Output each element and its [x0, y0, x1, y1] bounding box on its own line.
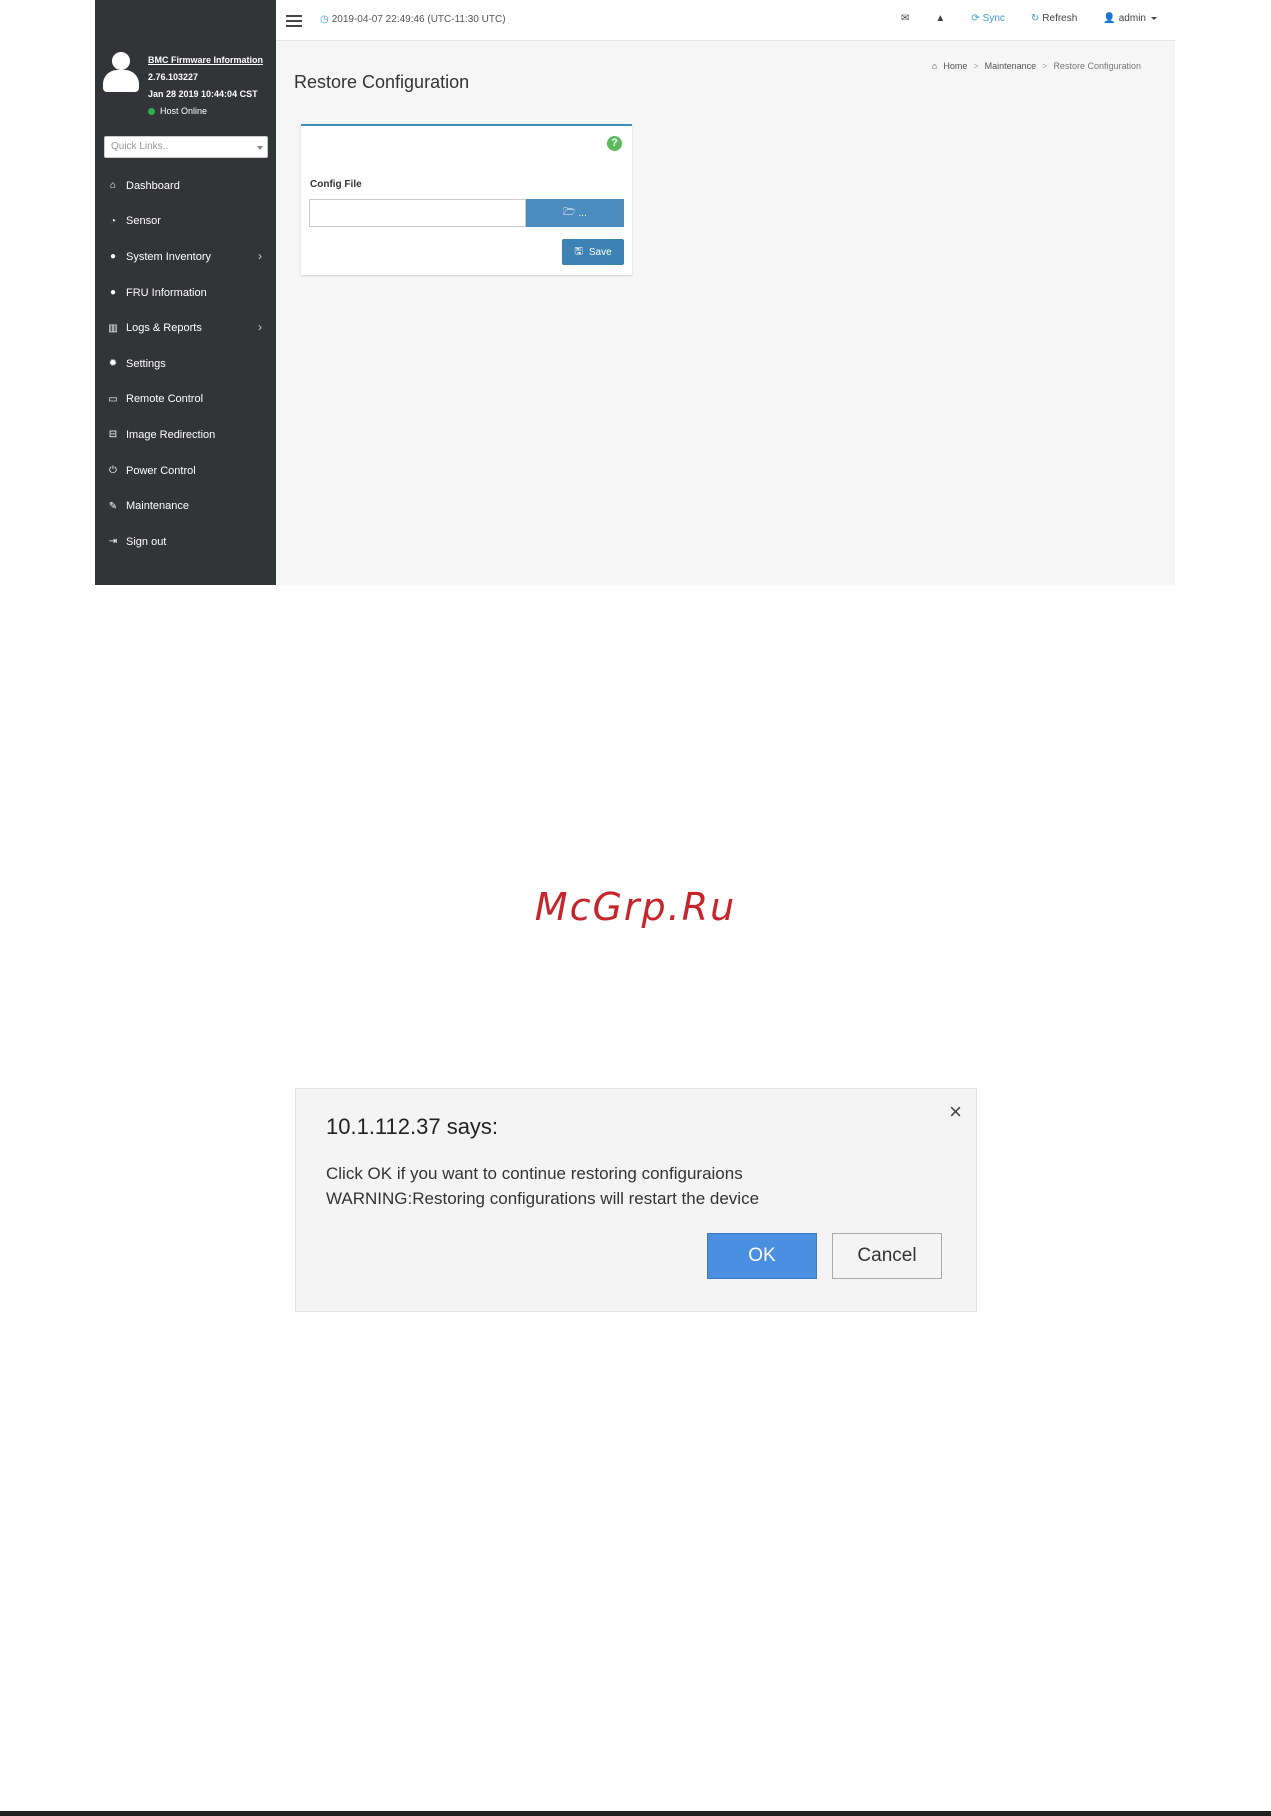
envelope-icon: ✉: [900, 13, 910, 24]
menu-toggle-icon[interactable]: [286, 15, 302, 27]
datetime-display: ◷ 2019-04-07 22:49:46 (UTC-11:30 UTC): [320, 14, 506, 25]
info-icon: ●: [109, 287, 117, 299]
page-title: Restore Configuration: [294, 72, 470, 92]
warning-icon: ▲: [935, 13, 946, 24]
bar-chart-icon: ▥: [108, 322, 118, 334]
dialog-message-line: Click OK if you want to continue restori…: [326, 1164, 743, 1183]
breadcrumb-separator: >: [1042, 61, 1048, 71]
breadcrumb-separator: >: [973, 61, 979, 71]
sidebar-item-dashboard[interactable]: ⌂ Dashboard: [95, 168, 276, 204]
refresh-icon: ↻: [1030, 13, 1040, 24]
info-icon: ●: [109, 251, 117, 263]
gear-icon: ✹: [108, 358, 118, 370]
config-file-input[interactable]: [309, 199, 526, 227]
clock-icon: ◷: [320, 14, 329, 25]
sidebar-item-label: Sign out: [126, 535, 167, 548]
folder-open-icon: 🗁: [563, 206, 576, 218]
refresh-label: Refresh: [1042, 13, 1078, 24]
refresh-button[interactable]: ↻ Refresh: [1031, 13, 1077, 24]
sidebar-item-fru-information[interactable]: ● FRU Information: [95, 275, 276, 311]
close-icon[interactable]: ×: [949, 1099, 962, 1125]
home-icon: ⌂: [109, 180, 117, 192]
help-icon[interactable]: ?: [607, 136, 622, 151]
dialog-warning-line: WARNING:Restoring configurations will re…: [326, 1189, 760, 1208]
bmc-web-ui: BMC Firmware Information 2.76.103227 Jan…: [95, 0, 1175, 585]
sidebar-item-label: Remote Control: [126, 393, 204, 406]
tachometer-icon: ◔: [109, 215, 117, 227]
sidebar-item-settings[interactable]: ✹ Settings: [95, 346, 276, 382]
firmware-info: BMC Firmware Information 2.76.103227 Jan…: [148, 52, 263, 120]
sidebar-item-label: System Inventory: [126, 250, 211, 263]
host-status-label: Host Online: [160, 106, 208, 116]
ok-button[interactable]: OK: [707, 1233, 817, 1279]
config-file-label: Config File: [310, 179, 362, 190]
top-bar-actions: ✉ ▲ ⟳ Sync ↻ Refresh 👤 admin: [901, 13, 1157, 24]
breadcrumb-home[interactable]: Home: [943, 61, 967, 71]
restore-config-panel: ? Config File 🗁 ... 🖫 Save: [301, 124, 632, 275]
browse-label: ...: [578, 207, 587, 219]
sidebar-item-label: FRU Information: [126, 286, 207, 299]
floppy-disk-icon: 🖫: [574, 245, 583, 257]
sidebar-item-label: Image Redirection: [126, 428, 216, 441]
dialog-message: Click OK if you want to continue restori…: [326, 1161, 759, 1211]
sidebar-item-system-inventory[interactable]: ● System Inventory ›: [95, 239, 276, 275]
monitor-icon: ▭: [108, 393, 118, 405]
browse-button[interactable]: 🗁 ...: [526, 199, 624, 227]
sidebar-item-maintenance[interactable]: ✎ Maintenance: [95, 488, 276, 524]
top-bar: ◷ 2019-04-07 22:49:46 (UTC-11:30 UTC) ✉ …: [276, 0, 1175, 41]
sidebar-item-label: Settings: [126, 357, 166, 370]
user-menu[interactable]: 👤 admin: [1103, 13, 1157, 24]
sidebar-item-logs-reports[interactable]: ▥ Logs & Reports ›: [95, 310, 276, 346]
chevron-down-icon: [257, 146, 263, 150]
sidebar-item-label: Power Control: [126, 464, 196, 477]
sidebar: BMC Firmware Information 2.76.103227 Jan…: [95, 0, 276, 585]
sidebar-item-image-redirection[interactable]: ⊟ Image Redirection: [95, 417, 276, 453]
firmware-date: Jan 28 2019 10:44:04 CST: [148, 89, 258, 99]
save-button[interactable]: 🖫 Save: [562, 239, 624, 265]
sidebar-item-sign-out[interactable]: ⇥ Sign out: [95, 524, 276, 560]
user-name: admin: [1118, 13, 1146, 24]
alerts-button[interactable]: ▲: [935, 13, 945, 24]
host-status: Host Online: [148, 103, 263, 120]
drive-icon: ⊟: [108, 429, 118, 441]
quick-links-placeholder: Quick Links..: [111, 141, 169, 152]
user-panel: BMC Firmware Information 2.76.103227 Jan…: [95, 0, 276, 125]
sync-button[interactable]: ⟳ Sync: [971, 13, 1005, 24]
cancel-button[interactable]: Cancel: [832, 1233, 942, 1279]
home-icon: ⌂: [931, 61, 938, 71]
chevron-right-icon: ›: [258, 320, 262, 335]
sidebar-item-label: Maintenance: [126, 500, 189, 513]
sidebar-item-sensor[interactable]: ◔ Sensor: [95, 204, 276, 240]
watermark: McGrp.Ru: [534, 885, 737, 929]
sidebar-item-power-control[interactable]: ⏻ Power Control: [95, 453, 276, 489]
sidebar-item-label: Logs & Reports: [126, 322, 202, 335]
dialog-title: 10.1.112.37 says:: [326, 1114, 499, 1139]
status-dot-icon: [148, 108, 155, 115]
sidebar-nav: ⌂ Dashboard ◔ Sensor ● System Inventory …: [95, 168, 276, 560]
firmware-info-link[interactable]: BMC Firmware Information: [148, 52, 263, 69]
main-content: Restore Configuration ⌂ Home > Maintenan…: [276, 41, 1175, 585]
sync-label: Sync: [982, 13, 1005, 24]
sidebar-item-label: Sensor: [126, 215, 161, 228]
breadcrumb-current: Restore Configuration: [1053, 61, 1141, 71]
firmware-version: 2.76.103227: [148, 72, 199, 82]
sign-out-icon: ⇥: [108, 536, 118, 548]
power-icon: ⏻: [109, 465, 117, 477]
messages-button[interactable]: ✉: [901, 13, 909, 24]
breadcrumb: ⌂ Home > Maintenance > Restore Configura…: [932, 61, 1141, 71]
sidebar-item-label: Dashboard: [126, 179, 180, 192]
wrench-icon: ✎: [108, 500, 118, 512]
datetime-text: 2019-04-07 22:49:46 (UTC-11:30 UTC): [331, 14, 506, 25]
chevron-down-icon: [1151, 17, 1157, 20]
chevron-right-icon: ›: [258, 249, 262, 264]
page-footer-rule: [0, 1811, 1271, 1816]
confirm-dialog: 10.1.112.37 says: × Click OK if you want…: [295, 1088, 977, 1312]
breadcrumb-maintenance[interactable]: Maintenance: [985, 61, 1037, 71]
save-label: Save: [588, 246, 612, 258]
user-icon: 👤: [1103, 13, 1116, 24]
user-avatar-icon: [103, 52, 139, 92]
sidebar-item-remote-control[interactable]: ▭ Remote Control: [95, 382, 276, 418]
quick-links-select[interactable]: Quick Links..: [104, 136, 268, 158]
sync-icon: ⟳: [971, 13, 980, 24]
